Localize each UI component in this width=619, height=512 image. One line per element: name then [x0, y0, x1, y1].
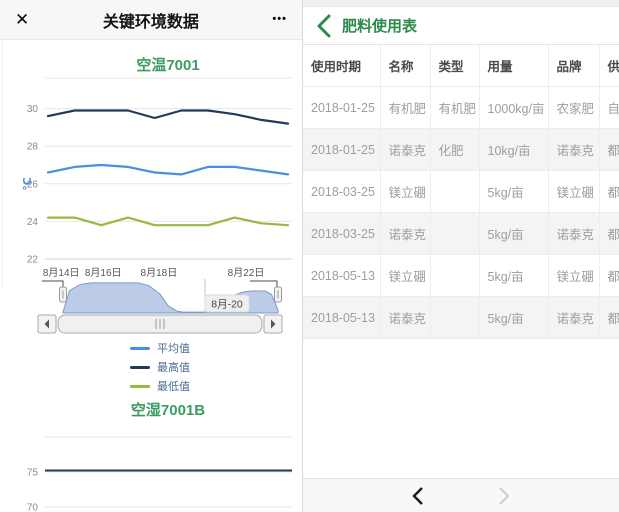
top-strip — [303, 0, 619, 7]
chart-title: 空湿7001B — [131, 401, 205, 419]
screen: ✕ 关键环境数据 ••• 空温70013028262422℃ 8月14日8月16… — [0, 0, 619, 512]
navigator-tooltip-label: 8月-20 — [211, 299, 243, 311]
chart-range-navigator[interactable]: 8月14日 8月16日 8月18日 8月22日 8月-20 — [0, 265, 302, 335]
column-header: 使用时期 — [303, 45, 380, 87]
table-cell: 2018-01-25 — [303, 129, 380, 171]
table-cell: 都安 — [599, 297, 619, 339]
x-axis-tick: 8月16日 — [85, 267, 122, 279]
table-cell — [430, 171, 479, 213]
column-header: 供应商 — [599, 45, 619, 87]
table-cell: 5kg/亩 — [479, 255, 548, 297]
table-cell: 2018-05-13 — [303, 297, 380, 339]
table-cell: 诺泰克 — [380, 297, 430, 339]
browser-nav-bar — [303, 478, 619, 512]
column-header: 名称 — [380, 45, 430, 87]
legend-item[interactable]: 平均值 — [130, 340, 302, 356]
y-axis-tick: 22 — [27, 255, 39, 266]
table-cell: 2018-05-13 — [303, 255, 380, 297]
legend-label: 最高值 — [157, 359, 190, 375]
legend-label: 平均值 — [157, 340, 190, 356]
fertilizer-table-panel: 肥料使用表 使用时期名称类型用量品牌供应商 2018-01-25有机肥有机肥10… — [302, 0, 619, 512]
table-cell: 都安 — [599, 171, 619, 213]
table-cell: 2018-03-25 — [303, 171, 380, 213]
table-cell — [430, 255, 479, 297]
chart-legend: 平均值最高值最低值 — [130, 335, 302, 385]
table-cell: 自供 — [599, 87, 619, 129]
x-axis-tick: 8月14日 — [43, 267, 80, 279]
table-cell: 1000kg/亩 — [479, 87, 548, 129]
y-axis-title: ℃ — [22, 177, 34, 190]
table-cell: 5kg/亩 — [479, 213, 548, 255]
chart-title: 空温7001 — [136, 56, 199, 74]
table-cell: 10kg/亩 — [479, 129, 548, 171]
table-cell: 都安 — [599, 255, 619, 297]
y-axis-tick: 28 — [27, 142, 39, 153]
table-row[interactable]: 2018-05-13诺泰克5kg/亩诺泰克都安 — [303, 297, 619, 339]
table-cell: 诺泰克 — [548, 297, 599, 339]
table-cell: 2018-03-25 — [303, 213, 380, 255]
table-cell: 都安 — [599, 129, 619, 171]
column-header: 用量 — [479, 45, 548, 87]
table-cell: 镁立硼 — [380, 171, 430, 213]
series-line — [48, 111, 288, 124]
humidity-chart: 空湿7001B 75 70 — [0, 385, 302, 512]
table-row[interactable]: 2018-03-25镁立硼5kg/亩镁立硼都安 — [303, 171, 619, 213]
environment-data-panel: ✕ 关键环境数据 ••• 空温70013028262422℃ 8月14日8月16… — [0, 0, 302, 512]
legend-dash-icon — [130, 385, 150, 388]
table-page-header: 肥料使用表 — [303, 7, 619, 45]
table-cell: 诺泰克 — [548, 213, 599, 255]
table-cell: 诺泰克 — [380, 213, 430, 255]
table-cell — [430, 213, 479, 255]
x-axis-tick: 8月18日 — [141, 267, 178, 279]
table-cell: 诺泰克 — [548, 129, 599, 171]
table-cell: 诺泰克 — [380, 129, 430, 171]
y-axis-tick: 75 — [27, 468, 39, 479]
y-axis-tick: 24 — [27, 217, 39, 228]
legend-item[interactable]: 最高值 — [130, 359, 302, 375]
table-cell: 有机肥 — [380, 87, 430, 129]
table-row[interactable]: 2018-01-25诺泰克化肥10kg/亩诺泰克都安 — [303, 129, 619, 171]
column-header: 品牌 — [548, 45, 599, 87]
table-cell: 农家肥 — [548, 87, 599, 129]
table-cell: 都安 — [599, 213, 619, 255]
nav-forward-icon[interactable] — [496, 486, 511, 506]
fertilizer-table: 使用时期名称类型用量品牌供应商 2018-01-25有机肥有机肥1000kg/亩… — [303, 45, 619, 339]
legend-label: 最低值 — [157, 378, 190, 394]
page-title: 关键环境数据 — [103, 8, 199, 32]
wechat-header: ✕ 关键环境数据 ••• — [0, 0, 302, 40]
table-cell: 镁立硼 — [380, 255, 430, 297]
table-cell: 有机肥 — [430, 87, 479, 129]
legend-dash-icon — [130, 366, 150, 369]
table-cell: 5kg/亩 — [479, 297, 548, 339]
close-icon[interactable]: ✕ — [15, 11, 29, 28]
temperature-chart: 空温70013028262422℃ — [0, 40, 302, 265]
page-title: 肥料使用表 — [342, 15, 417, 36]
y-axis-tick: 30 — [27, 104, 39, 115]
table-row[interactable]: 2018-05-13镁立硼5kg/亩镁立硼都安 — [303, 255, 619, 297]
table-header-row: 使用时期名称类型用量品牌供应商 — [303, 45, 619, 87]
table-row[interactable]: 2018-01-25有机肥有机肥1000kg/亩农家肥自供 — [303, 87, 619, 129]
scroll-indicator — [2, 42, 3, 288]
series-line — [48, 165, 288, 174]
table-cell: 镁立硼 — [548, 171, 599, 213]
column-header: 类型 — [430, 45, 479, 87]
table-cell: 化肥 — [430, 129, 479, 171]
back-icon[interactable] — [316, 14, 332, 38]
table-cell: 镁立硼 — [548, 255, 599, 297]
table-cell: 5kg/亩 — [479, 171, 548, 213]
legend-dash-icon — [130, 347, 150, 350]
x-axis-tick: 8月22日 — [228, 267, 265, 279]
table-cell: 2018-01-25 — [303, 87, 380, 129]
nav-back-icon[interactable] — [411, 486, 426, 506]
table-cell — [430, 297, 479, 339]
y-axis-tick: 70 — [27, 503, 39, 512]
more-menu-icon[interactable]: ••• — [272, 14, 287, 25]
table-row[interactable]: 2018-03-25诺泰克5kg/亩诺泰克都安 — [303, 213, 619, 255]
